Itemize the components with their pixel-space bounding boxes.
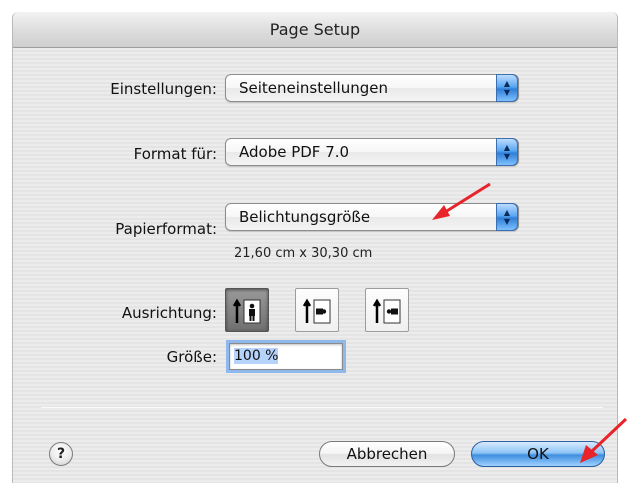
scale-input[interactable]: 100 % — [229, 343, 343, 370]
paper-dimensions: 21,60 cm x 30,30 cm — [234, 246, 373, 261]
orientation-portrait-button[interactable] — [225, 288, 269, 332]
einstellungen-label: Einstellungen: — [110, 80, 217, 98]
scale-value: 100 % — [234, 348, 279, 364]
page-setup-dialog: Page Setup Einstellungen: Seiteneinstell… — [12, 12, 618, 483]
landscape-right-icon — [372, 298, 401, 324]
orientation-landscape-right-button[interactable] — [365, 288, 409, 332]
divider — [41, 407, 603, 408]
einstellungen-value: Seiteneinstellungen — [239, 79, 388, 97]
popup-arrows-icon: ▲ ▼ — [496, 138, 518, 166]
popup-arrows-icon: ▲ ▼ — [496, 74, 518, 102]
format-fuer-label: Format für: — [133, 145, 217, 163]
help-button[interactable]: ? — [49, 442, 73, 466]
format-fuer-value: Adobe PDF 7.0 — [239, 143, 350, 161]
landscape-left-icon — [302, 298, 331, 324]
annotation-arrow-icon — [432, 182, 491, 220]
portrait-person-icon — [232, 298, 261, 324]
orientation-landscape-left-button[interactable] — [295, 288, 339, 332]
popup-arrows-icon: ▲ ▼ — [496, 203, 518, 231]
papierformat-label: Papierformat: — [115, 220, 217, 238]
cancel-button[interactable]: Abbrechen — [319, 441, 455, 467]
ausrichtung-label: Ausrichtung: — [121, 304, 217, 322]
window-title: Page Setup — [13, 12, 617, 48]
format-fuer-popup[interactable]: Adobe PDF 7.0 ▲ ▼ — [225, 138, 519, 166]
groesse-label: Größe: — [166, 348, 217, 366]
papierformat-value: Belichtungsgröße — [239, 208, 371, 226]
einstellungen-popup[interactable]: Seiteneinstellungen ▲ ▼ — [225, 74, 519, 102]
annotation-arrow-icon — [580, 417, 628, 463]
